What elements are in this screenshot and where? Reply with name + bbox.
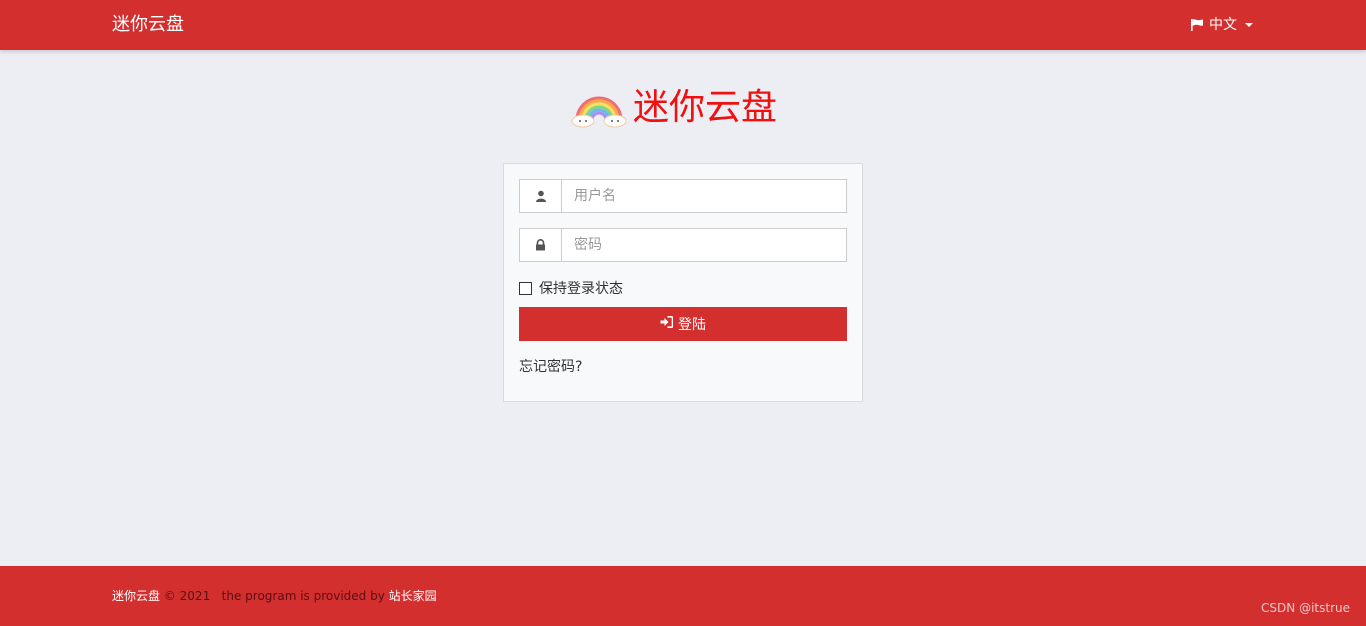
footer-brand-link[interactable]: 迷你云盘 bbox=[112, 589, 160, 603]
footer-text: 迷你云盘 © 2021 the program is provided by 站… bbox=[112, 587, 437, 605]
remember-label: 保持登录状态 bbox=[539, 281, 623, 297]
password-group bbox=[519, 228, 847, 262]
rainbow-logo-icon bbox=[569, 84, 629, 132]
forgot-password-link[interactable]: 忘记密码? bbox=[519, 356, 582, 376]
password-input[interactable] bbox=[561, 228, 847, 262]
login-button[interactable]: 登陆 bbox=[519, 307, 847, 341]
remember-me[interactable]: 保持登录状态 bbox=[519, 278, 623, 298]
username-group bbox=[519, 179, 847, 213]
flag-icon bbox=[1190, 18, 1204, 32]
footer: 迷你云盘 © 2021 the program is provided by 站… bbox=[0, 566, 1366, 626]
brand-link[interactable]: 迷你云盘 bbox=[112, 12, 184, 38]
language-dropdown[interactable]: 中文 bbox=[1190, 14, 1253, 36]
app-logo: 迷你云盘 bbox=[569, 84, 777, 132]
chevron-down-icon bbox=[1245, 23, 1253, 27]
language-label: 中文 bbox=[1209, 17, 1237, 33]
username-input[interactable] bbox=[561, 179, 847, 213]
sign-in-icon bbox=[660, 316, 674, 332]
user-icon bbox=[519, 179, 561, 213]
csdn-watermark: CSDN @itstrue bbox=[1261, 601, 1350, 615]
footer-provided-text: the program is provided by bbox=[221, 589, 385, 603]
login-panel: 保持登录状态 登陆 忘记密码? bbox=[503, 163, 863, 402]
logo-title: 迷你云盘 bbox=[633, 87, 778, 128]
lock-icon bbox=[519, 228, 561, 262]
footer-copyright: © 2021 bbox=[163, 589, 211, 603]
remember-checkbox[interactable] bbox=[519, 281, 532, 295]
footer-provider-link[interactable]: 站长家园 bbox=[389, 589, 437, 603]
login-button-label: 登陆 bbox=[678, 317, 706, 333]
top-navbar: 迷你云盘 中文 bbox=[0, 0, 1366, 50]
